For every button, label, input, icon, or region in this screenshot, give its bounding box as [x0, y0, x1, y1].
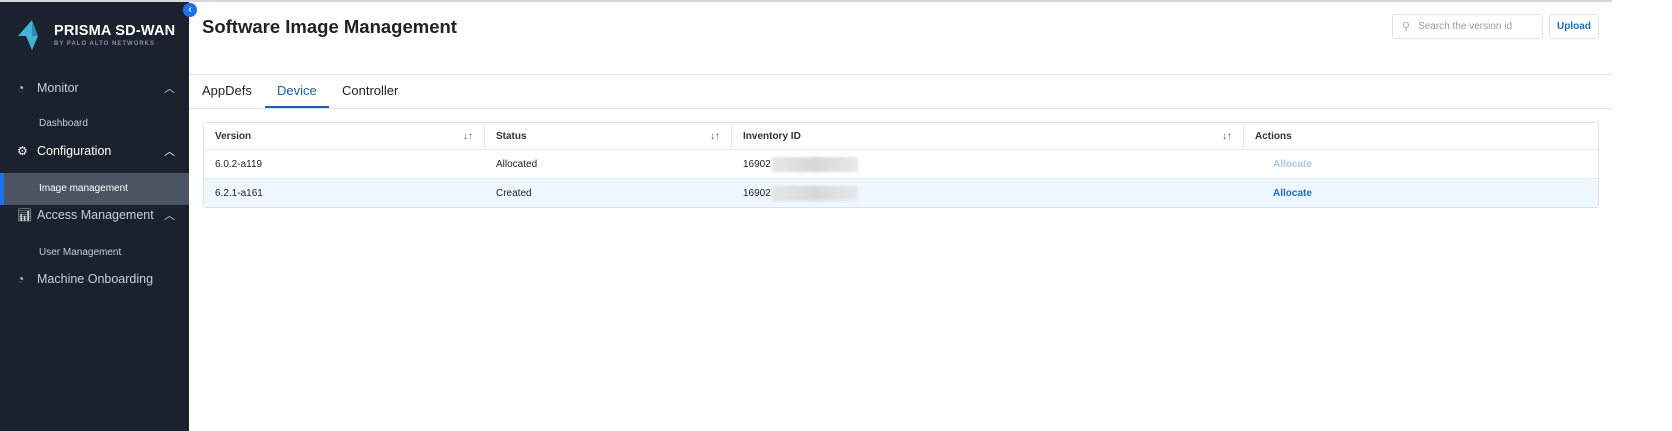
column-header-inventory-id[interactable]: Inventory ID ↓↑ — [732, 123, 1244, 149]
column-header-version[interactable]: Version ↓↑ — [204, 123, 485, 149]
inventory-id: 16902 — [743, 187, 771, 199]
prisma-logo-icon — [18, 20, 38, 50]
top-border — [0, 0, 1612, 2]
search-input[interactable]: ⚲ Search the version id — [1392, 14, 1543, 39]
version-cell: 6.0.2-a119 — [215, 158, 263, 170]
page-title: Software Image Management — [202, 16, 457, 37]
collapse-sidebar-button[interactable]: ‹ — [183, 3, 197, 17]
column-label: Actions — [1255, 130, 1292, 142]
sort-icon[interactable]: ↓↑ — [710, 131, 720, 142]
allocate-button[interactable]: Allocate — [1244, 150, 1598, 178]
sidebar-item-label: Machine Onboarding — [37, 272, 154, 286]
column-label: Status — [496, 130, 527, 142]
gear-icon: ⚙ — [17, 144, 28, 158]
sidebar-item-label: Access Management — [37, 208, 154, 222]
sidebar: PRISMA SD-WAN BY PALO ALTO NETWORKS ◔ Mo… — [0, 2, 189, 431]
sidebar-item-image-management[interactable]: Image management — [0, 173, 189, 205]
sidebar-item-label: Configuration — [37, 144, 112, 158]
inventory-id-cell: 16902 — [732, 179, 1244, 207]
chevron-up-icon[interactable]: ︿ — [164, 207, 175, 223]
search-icon: ⚲ — [1402, 21, 1411, 33]
tab-appdefs[interactable]: AppDefs — [202, 83, 252, 98]
status-cell: Created — [496, 187, 532, 199]
chevron-up-icon[interactable]: ︿ — [164, 80, 175, 96]
inventory-id: 16902 — [743, 158, 771, 170]
search-placeholder: Search the version id — [1418, 21, 1513, 32]
version-cell: 6.2.1-a161 — [215, 187, 263, 199]
logo-subtitle: BY PALO ALTO NETWORKS — [54, 41, 156, 47]
redacted-blur — [771, 156, 858, 172]
inventory-id-cell: 16902 — [732, 150, 1244, 178]
dashboard-gauge-icon: ◔ — [17, 81, 25, 95]
dashboard-gauge-icon: ◔ — [17, 272, 25, 286]
divider — [189, 74, 1612, 75]
table-row[interactable]: 6.0.2-a119 Allocated 16902 Allocate — [204, 149, 1598, 178]
logo[interactable]: PRISMA SD-WAN BY PALO ALTO NETWORKS — [18, 20, 175, 50]
column-header-status[interactable]: Status ↓↑ — [485, 123, 732, 149]
status-cell: Allocated — [496, 158, 538, 170]
image-table: Version ↓↑ Status ↓↑ Inventory ID ↓↑ Action… — [203, 122, 1599, 208]
bar-chart-icon: 📊︎ — [17, 208, 33, 222]
logo-title: PRISMA SD-WAN — [54, 23, 176, 39]
upload-button[interactable]: Upload — [1549, 14, 1599, 39]
sidebar-item-label: Monitor — [37, 81, 79, 95]
column-label: Inventory ID — [743, 130, 801, 142]
table-header: Version ↓↑ Status ↓↑ Inventory ID ↓↑ Action… — [204, 123, 1598, 149]
sidebar-item-dashboard[interactable]: Dashboard — [0, 118, 189, 129]
tab-device[interactable]: Device — [277, 83, 317, 98]
divider — [189, 108, 1612, 109]
sort-icon[interactable]: ↓↑ — [1222, 131, 1232, 142]
chevron-up-icon[interactable]: ︿ — [164, 143, 175, 159]
redacted-blur — [771, 185, 858, 201]
sidebar-item-user-management[interactable]: User Management — [0, 247, 189, 258]
sort-icon[interactable]: ↓↑ — [463, 131, 473, 142]
table-row[interactable]: 6.2.1-a161 Created 16902 Allocate — [204, 178, 1598, 207]
column-header-actions: Actions — [1244, 123, 1598, 149]
tab-controller[interactable]: Controller — [342, 83, 398, 98]
column-label: Version — [215, 130, 252, 142]
allocate-button[interactable]: Allocate — [1244, 179, 1598, 207]
